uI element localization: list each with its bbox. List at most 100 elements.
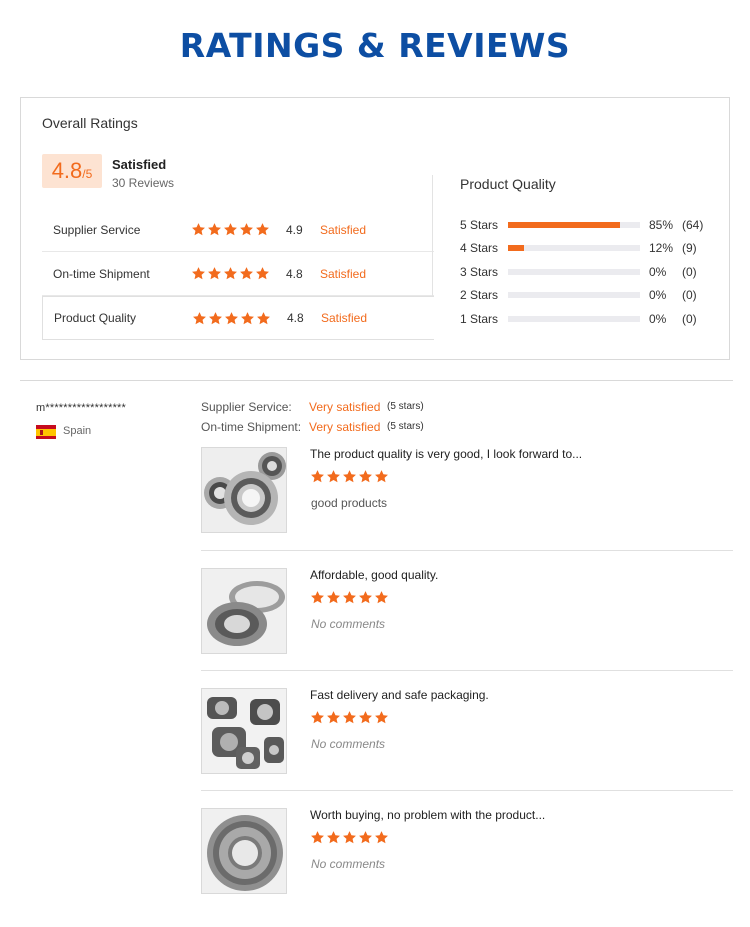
spherical-roller-bearing-photo[interactable] (201, 808, 287, 894)
metric-row-supplier-service: Supplier Service 4.9 Satisfied (42, 208, 434, 252)
star-icon (209, 312, 222, 325)
star-icon (359, 591, 372, 604)
score-badge: 4.8 /5 (42, 154, 102, 188)
distribution-bar (508, 292, 640, 299)
star-icon (256, 223, 269, 236)
star-icon (375, 831, 388, 844)
distribution-bar (508, 222, 640, 228)
review-count: 30 Reviews (112, 176, 175, 190)
distribution-bar-fill (508, 245, 524, 252)
distribution-count: (64) (682, 218, 704, 232)
reviewer-country: Spain (63, 425, 92, 437)
star-icon (240, 223, 253, 236)
distribution-label: 5 Stars (460, 218, 499, 232)
rating-stars-text: (5 stars) (387, 421, 424, 432)
rating-label: Supplier Service: (201, 400, 292, 414)
star-icon (311, 831, 324, 844)
rating-stars-text: (5 stars) (387, 401, 424, 412)
panel-divider (432, 175, 433, 296)
star-icon (256, 267, 269, 280)
review-divider (201, 790, 733, 791)
review-star-rating (310, 590, 389, 605)
review-star-rating (310, 710, 389, 725)
distribution-count: (0) (682, 264, 697, 279)
distribution-bar (508, 315, 640, 322)
star-icon (359, 470, 372, 483)
metric-status: Satisfied (321, 311, 368, 325)
star-icon (224, 223, 237, 236)
review-comment: No comments (311, 737, 386, 751)
metric-name: Supplier Service (53, 222, 141, 237)
star-icon (359, 831, 372, 844)
review-comment: No comments (311, 857, 386, 871)
review-item: The product quality is very good, I look… (201, 447, 733, 567)
star-icon (375, 711, 388, 724)
star-icon (208, 223, 221, 236)
flange-bearing-units-photo[interactable] (201, 688, 287, 774)
metric-score: 4.9 (286, 222, 303, 237)
review-star-rating (310, 469, 389, 484)
star-rating (191, 222, 270, 237)
rating-distribution: 5 Stars 85% (64) 4 Stars 12% (9) 3 Stars… (460, 216, 720, 333)
distribution-percent: 0% (649, 264, 667, 279)
product-quality-heading: Product Quality (460, 176, 556, 192)
metric-score: 4.8 (286, 266, 303, 281)
star-icon (311, 711, 324, 724)
review-comment: No comments (311, 617, 386, 631)
star-icon (343, 711, 356, 724)
star-icon (192, 223, 205, 236)
distribution-row-4-stars: 4 Stars 12% (9) (460, 239, 720, 262)
distribution-label: 4 Stars (460, 241, 499, 256)
star-icon (241, 312, 254, 325)
reviewer-name: m****************** (36, 402, 127, 414)
star-icon (343, 591, 356, 604)
star-icon (225, 312, 238, 325)
star-icon (208, 267, 221, 280)
metric-row-on-time-shipment: On-time Shipment 4.8 Satisfied (42, 252, 434, 296)
distribution-row-2-stars: 2 Stars 0% (0) (460, 286, 720, 309)
metric-name: Product Quality (54, 311, 137, 325)
distribution-percent: 0% (649, 311, 667, 326)
distribution-count: (0) (682, 311, 697, 326)
star-icon (343, 831, 356, 844)
distribution-percent: 12% (649, 241, 674, 256)
metric-row-product-quality[interactable]: Product Quality 4.8 Satisfied (42, 296, 434, 340)
star-icon (224, 267, 237, 280)
rating-value: Very satisfied (309, 400, 381, 414)
metric-status: Satisfied (320, 222, 367, 237)
review-divider (201, 670, 733, 671)
ball-bearings-photo[interactable] (201, 447, 287, 533)
distribution-row-1-stars: 1 Stars 0% (0) (460, 310, 720, 333)
spain-flag-icon (36, 425, 56, 439)
section-divider (20, 380, 733, 381)
star-icon (240, 267, 253, 280)
overall-ratings-panel: Overall Ratings 4.8 /5 Satisfied 30 Revi… (20, 97, 730, 360)
distribution-row-3-stars: 3 Stars 0% (0) (460, 263, 720, 286)
star-icon (192, 267, 205, 280)
distribution-bar (508, 245, 640, 252)
star-icon (375, 591, 388, 604)
metric-score: 4.8 (287, 311, 304, 325)
tapered-roller-bearing-photo[interactable] (201, 568, 287, 654)
distribution-bar (508, 268, 640, 275)
star-rating (191, 266, 270, 281)
review-text: Fast delivery and safe packaging. (310, 688, 489, 702)
review-comment: good products (311, 496, 388, 510)
distribution-percent: 85% (649, 218, 674, 232)
distribution-percent: 0% (649, 288, 667, 303)
star-icon (311, 470, 324, 483)
star-icon (375, 470, 388, 483)
review-text: Worth buying, no problem with the produc… (310, 808, 546, 822)
metric-name: On-time Shipment (53, 266, 150, 281)
distribution-bar-fill (508, 222, 621, 228)
rating-value: Very satisfied (309, 420, 381, 434)
metric-status: Satisfied (320, 266, 367, 281)
distribution-label: 2 Stars (460, 288, 499, 303)
supplier-service-rating: Supplier Service: Very satisfied (5 star… (201, 400, 424, 414)
overall-ratings-heading: Overall Ratings (42, 115, 138, 131)
star-rating (192, 311, 271, 326)
score-denominator: /5 (82, 167, 93, 181)
star-icon (327, 470, 340, 483)
review-star-rating (310, 830, 389, 845)
review-text: Affordable, good quality. (310, 568, 439, 582)
